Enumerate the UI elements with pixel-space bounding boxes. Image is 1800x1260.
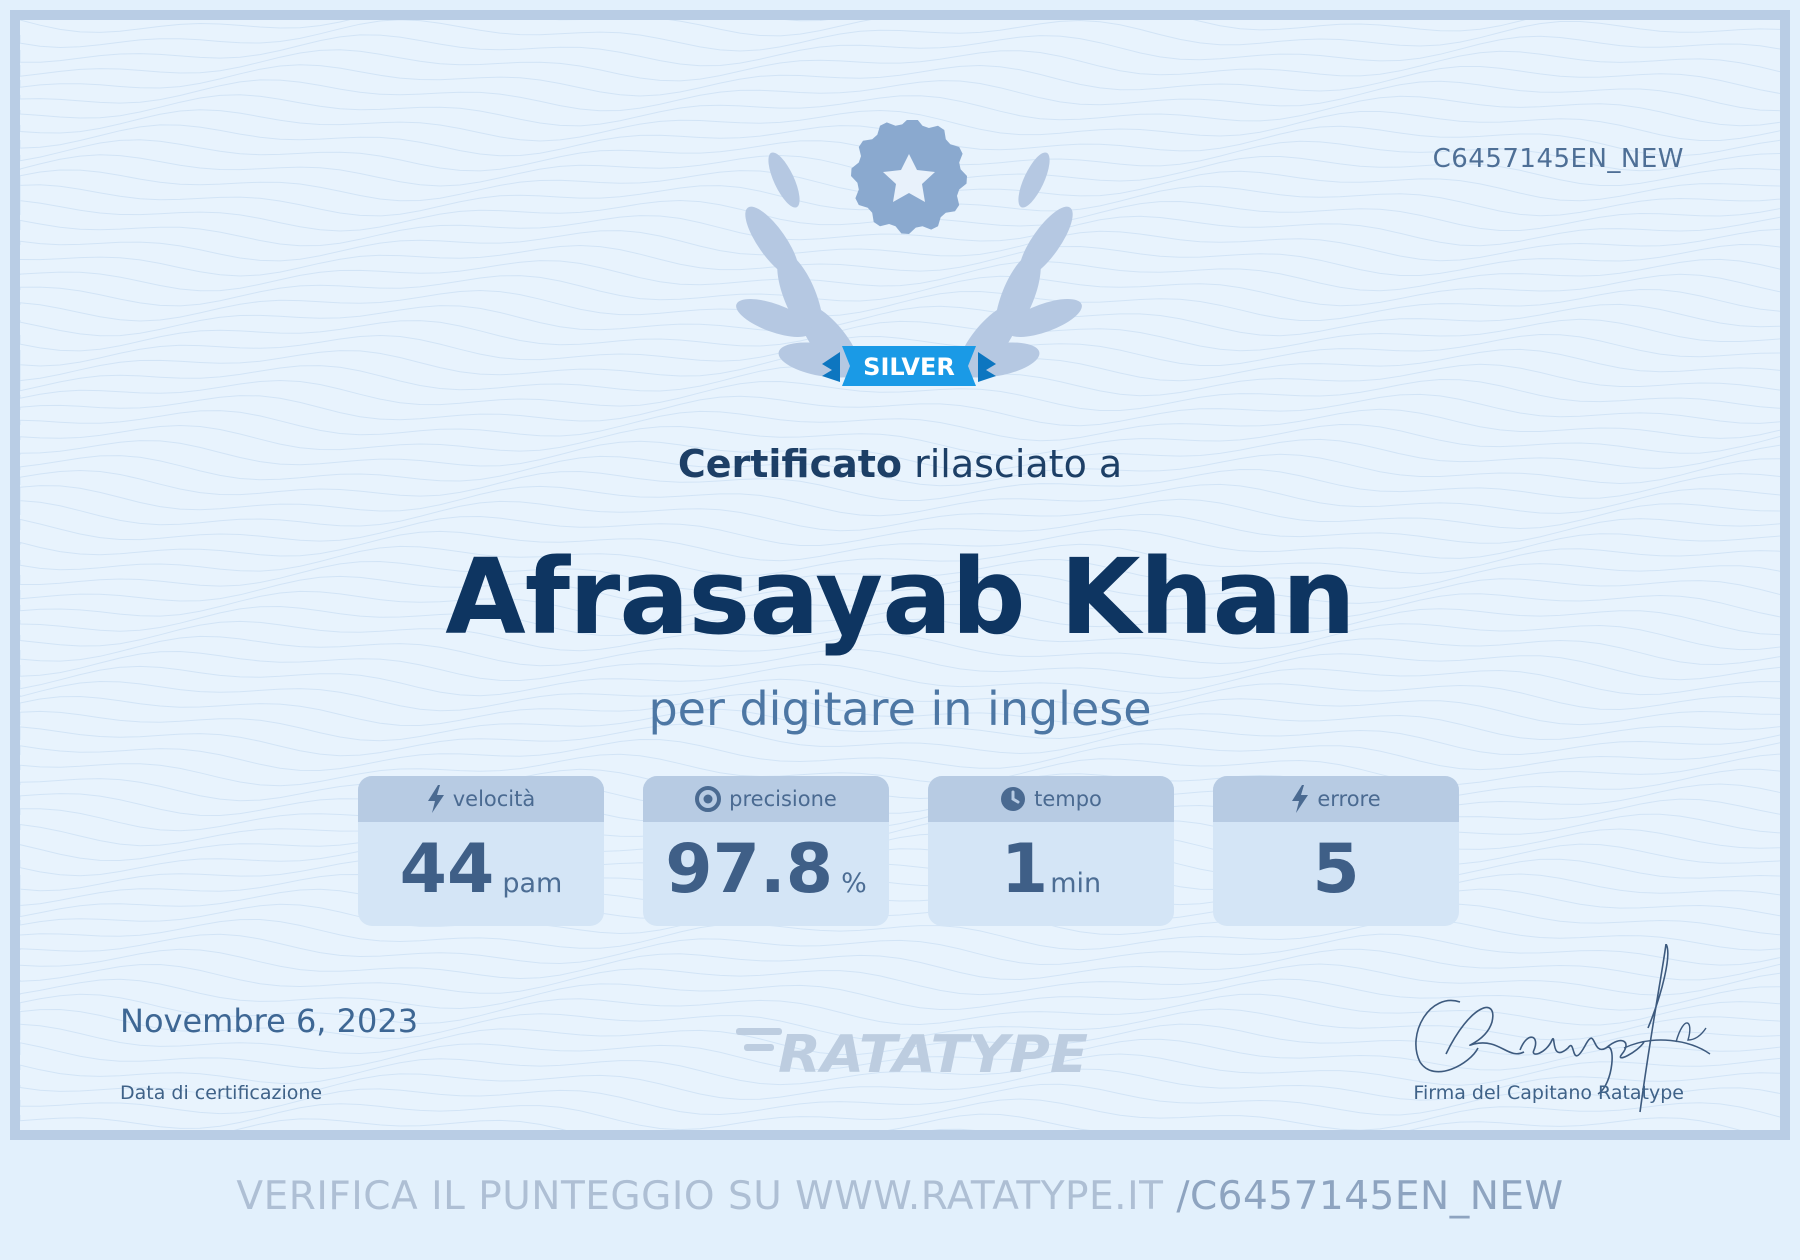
certificate-code: C6457145EN_NEW bbox=[1432, 144, 1684, 174]
stat-label: velocità bbox=[452, 787, 536, 811]
stat-label: precisione bbox=[729, 787, 837, 811]
stat-value: 5 bbox=[1312, 830, 1360, 909]
stat-unit: % bbox=[841, 868, 867, 899]
stat-accuracy-body: 97.8 % bbox=[643, 822, 889, 926]
badge-level-text: SILVER bbox=[863, 353, 955, 381]
stat-accuracy: precisione 97.8 % bbox=[643, 776, 889, 926]
stat-unit: min bbox=[1050, 868, 1102, 899]
stat-speed-header: velocità bbox=[358, 776, 604, 822]
logo-text: RATATYPE bbox=[778, 1025, 1088, 1078]
certification-date: Novembre 6, 2023 bbox=[120, 1002, 419, 1040]
stat-value: 1 bbox=[1000, 830, 1049, 909]
heading-strong: Certificato bbox=[677, 442, 903, 486]
ratatype-logo: RATATYPE bbox=[736, 1025, 1088, 1078]
star-medal-icon bbox=[851, 120, 967, 234]
lightning-icon bbox=[427, 785, 444, 813]
laurel-star-emblem: SILVER bbox=[736, 120, 1082, 386]
lightning-icon bbox=[1292, 785, 1309, 813]
stat-time-header: tempo bbox=[928, 776, 1174, 822]
stat-value: 97.8 bbox=[665, 830, 834, 909]
stat-errors-body: 5 bbox=[1213, 822, 1459, 926]
heading-rest: rilasciato a bbox=[914, 442, 1123, 486]
verify-score-link[interactable]: VERIFICA IL PUNTEGGIO SU WWW.RATATYPE.IT… bbox=[0, 1174, 1800, 1219]
stat-label: errore bbox=[1317, 787, 1381, 811]
signature-label: Firma del Capitano Ratatype bbox=[1413, 1082, 1684, 1104]
certification-date-label: Data di certificazione bbox=[120, 1082, 323, 1104]
verify-text: VERIFICA IL PUNTEGGIO SU WWW.RATATYPE.IT bbox=[236, 1174, 1177, 1219]
stat-speed: velocità 44 pam bbox=[358, 776, 604, 926]
stats-row: velocità 44 pam precisione 97.8 % tempo … bbox=[358, 776, 1462, 928]
verify-code: /C6457145EN_NEW bbox=[1176, 1174, 1564, 1219]
page: C6457145EN_NEW SILVER Certificato rilasc… bbox=[0, 0, 1800, 1260]
stat-speed-body: 44 pam bbox=[358, 822, 604, 926]
stat-time-body: 1 min bbox=[928, 822, 1174, 926]
stat-label: tempo bbox=[1034, 787, 1102, 811]
recipient-name: Afrasayab Khan bbox=[445, 536, 1356, 658]
certificate-subject: per digitare in inglese bbox=[648, 682, 1152, 736]
certificate-heading: Certificato rilasciato a bbox=[20, 442, 1780, 486]
stat-time: tempo 1 min bbox=[928, 776, 1174, 926]
stat-value: 44 bbox=[399, 830, 495, 909]
clock-icon bbox=[1001, 787, 1026, 811]
stat-accuracy-header: precisione bbox=[643, 776, 889, 822]
stat-unit: pam bbox=[502, 868, 563, 899]
stat-errors-header: errore bbox=[1213, 776, 1459, 822]
target-icon bbox=[695, 786, 722, 812]
certificate-card: C6457145EN_NEW SILVER Certificato rilasc… bbox=[10, 10, 1790, 1140]
stat-errors: errore 5 bbox=[1213, 776, 1459, 926]
